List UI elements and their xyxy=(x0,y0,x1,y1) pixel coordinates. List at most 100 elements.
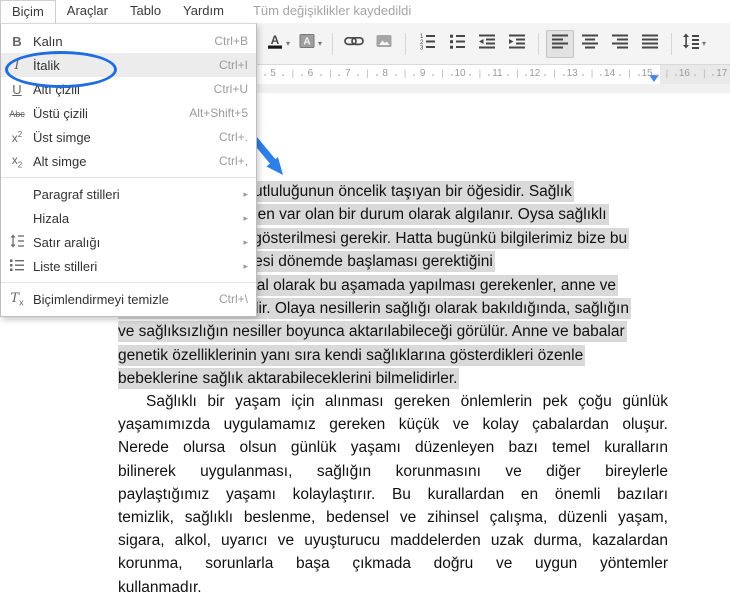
ruler-number: 13 xyxy=(566,68,578,79)
insert-link-button[interactable] xyxy=(340,30,368,58)
text-line[interactable]: paylaştığımız yaşamı kolaylaştırır. Bu k… xyxy=(118,483,668,506)
ruler-tick: | xyxy=(703,68,706,78)
menu-item-label: Üst simge xyxy=(33,129,91,145)
menu-item-shortcut: Ctrl+. xyxy=(218,130,248,144)
text-line[interactable]: kullanmadır. xyxy=(118,576,668,594)
align-justify-icon xyxy=(641,32,659,55)
toolbar-divider xyxy=(405,32,407,55)
line-spacing-icon xyxy=(1,234,33,251)
text-color-button[interactable]: A ▾ xyxy=(263,30,293,58)
svg-text:3: 3 xyxy=(420,45,424,50)
menu-item-shortcut: Ctrl+, xyxy=(218,154,248,168)
line-spacing-button[interactable]: ▾ xyxy=(679,30,709,58)
align-left-icon xyxy=(551,32,569,55)
menu-item-label: Üstü çizili xyxy=(33,105,88,121)
ruler-tick xyxy=(600,74,603,76)
insert-image-button[interactable] xyxy=(370,30,398,58)
ruler-tick: | xyxy=(553,68,556,78)
dropdown-caret-icon: ▾ xyxy=(318,39,323,48)
ruler-tick xyxy=(637,74,640,76)
menubar-item-araçlar[interactable]: Araçlar xyxy=(56,0,119,23)
text-color-icon: A xyxy=(266,32,284,55)
align-justify-button[interactable] xyxy=(636,30,664,58)
ruler-tick xyxy=(413,74,416,76)
menubar-item-yardım[interactable]: Yardım xyxy=(172,0,235,23)
submenu-arrow-icon: ▸ xyxy=(243,260,248,271)
ruler-tick: | xyxy=(478,68,482,78)
text-line[interactable]: sigara, alkol, uyarıcı ve uyuşturucu mad… xyxy=(118,529,668,552)
highlight-color-button[interactable]: A ▾ xyxy=(295,30,325,58)
text-line[interactable]: ve sağlıksızlığın nesiller boyunca aktar… xyxy=(118,320,670,343)
italic-circle-annotation xyxy=(5,51,117,88)
text-line[interactable]: Sağlıklı bir yaşam için alınması gereken… xyxy=(118,390,668,413)
dropdown-caret-icon: ▾ xyxy=(286,39,291,48)
bold-icon: B xyxy=(12,33,22,49)
subscript-icon: x2 xyxy=(11,152,23,170)
menubar-item-biçim[interactable]: Biçim xyxy=(0,0,56,23)
ruler-tick: | xyxy=(628,68,631,78)
format-menu-item-kalın[interactable]: B Kalın Ctrl+B xyxy=(1,29,256,53)
ruler-tick: | xyxy=(590,68,594,78)
increase-indent-icon xyxy=(508,32,526,55)
ruler-tick xyxy=(618,74,621,76)
ruler-tick xyxy=(263,74,266,76)
menu-item-shortcut: Ctrl+I xyxy=(218,58,248,72)
align-right-button[interactable] xyxy=(606,30,634,58)
menubar: Biçim Araçlar Tablo Yardım Tüm değişiklikler… xyxy=(0,0,730,24)
text-line[interactable]: bebeklerine sağlık aktarabileceklerini b… xyxy=(118,367,670,390)
menu-item-label: Alt simge xyxy=(33,153,87,169)
dropdown-caret-icon: ▾ xyxy=(702,39,707,48)
format-menu-item-hizala[interactable]: Hizala ▸ xyxy=(1,206,256,230)
text-line[interactable]: genetik özelliklerinin yanı sıra kendi s… xyxy=(118,344,670,367)
insert-link-icon xyxy=(344,32,364,55)
toolbar-divider xyxy=(671,32,673,55)
increase-indent-button[interactable] xyxy=(503,30,531,58)
strikethrough-icon: Abc xyxy=(9,109,25,119)
ruler-number: 14 xyxy=(604,68,616,79)
format-menu-item-alt-simge[interactable]: x2 Alt simge Ctrl+, xyxy=(1,149,256,173)
line-spacing-icon xyxy=(682,32,700,55)
google-docs-window: Biçim Araçlar Tablo Yardım Tüm değişiklikler… xyxy=(0,0,730,594)
format-menu-item-satır-aralığı[interactable]: Satır aralığı ▸ xyxy=(1,230,256,254)
menu-item-label: Satır aralığı xyxy=(33,234,101,250)
ruler-number: 9 xyxy=(419,68,426,79)
numbered-list-icon: 123 xyxy=(418,32,436,55)
text-line[interactable]: temizlik, sağlıklı beslenme, bedensel ve… xyxy=(118,506,668,529)
ruler-tick: | xyxy=(366,68,369,78)
numbered-list-button[interactable]: 123 xyxy=(413,30,441,58)
ruler-number: 16 xyxy=(678,68,690,79)
format-menu-item-üst-simge[interactable]: x2 Üst simge Ctrl+. xyxy=(1,125,256,149)
ruler-tick xyxy=(319,74,322,76)
bulleted-list-button[interactable] xyxy=(443,30,471,58)
align-center-icon xyxy=(581,32,599,55)
menubar-item-tablo[interactable]: Tablo xyxy=(119,0,172,23)
ruler-tick: | xyxy=(403,68,407,78)
menu-item-label: Liste stilleri xyxy=(33,258,98,274)
format-menu-item-üstü-çizili[interactable]: Abc Üstü çizili Alt+Shift+5 xyxy=(1,101,256,125)
ruler-number: 10 xyxy=(454,68,466,79)
format-menu-item-paragraf-stilleri[interactable]: Paragraf stilleri ▸ xyxy=(1,182,256,206)
ruler-tick: | xyxy=(441,68,444,78)
superscript-icon: x2 xyxy=(11,129,23,145)
decrease-indent-button[interactable] xyxy=(473,30,501,58)
svg-text:A: A xyxy=(303,37,310,48)
ruler-number: 5 xyxy=(270,68,276,79)
document-paragraph[interactable]: Sağlıklı bir yaşam için alınması gereken… xyxy=(118,390,668,594)
format-menu-item-liste-stilleri[interactable]: Liste stilleri ▸ xyxy=(1,254,256,278)
ruler-tick xyxy=(581,74,584,76)
ruler-number: 15 xyxy=(641,68,653,79)
ruler-tick xyxy=(357,74,360,76)
svg-text:A: A xyxy=(271,33,280,47)
text-line[interactable]: yaşamımızda uygulamamız gereken küçük ve… xyxy=(118,413,668,436)
menu-divider xyxy=(1,282,256,283)
text-line[interactable]: bilinerek uygulanması, sağlığın korunmas… xyxy=(118,460,668,483)
menu-item-shortcut: Ctrl+U xyxy=(213,82,248,96)
format-menu-item-biçimlendirmeyi-temizle[interactable]: Tx Biçimlendirmeyi temizle Ctrl+\ xyxy=(1,287,256,311)
ruler-tick xyxy=(450,74,453,76)
align-center-button[interactable] xyxy=(576,30,604,58)
text-line[interactable]: Nerede olursa olsun günlük yaşamı düzenl… xyxy=(118,436,668,459)
align-left-button[interactable] xyxy=(546,29,575,58)
ruler-number: 11 xyxy=(492,68,503,79)
ruler-number: 8 xyxy=(382,68,388,79)
text-line[interactable]: korunma, sorunlarla başa çıkmada doğru v… xyxy=(118,552,668,575)
